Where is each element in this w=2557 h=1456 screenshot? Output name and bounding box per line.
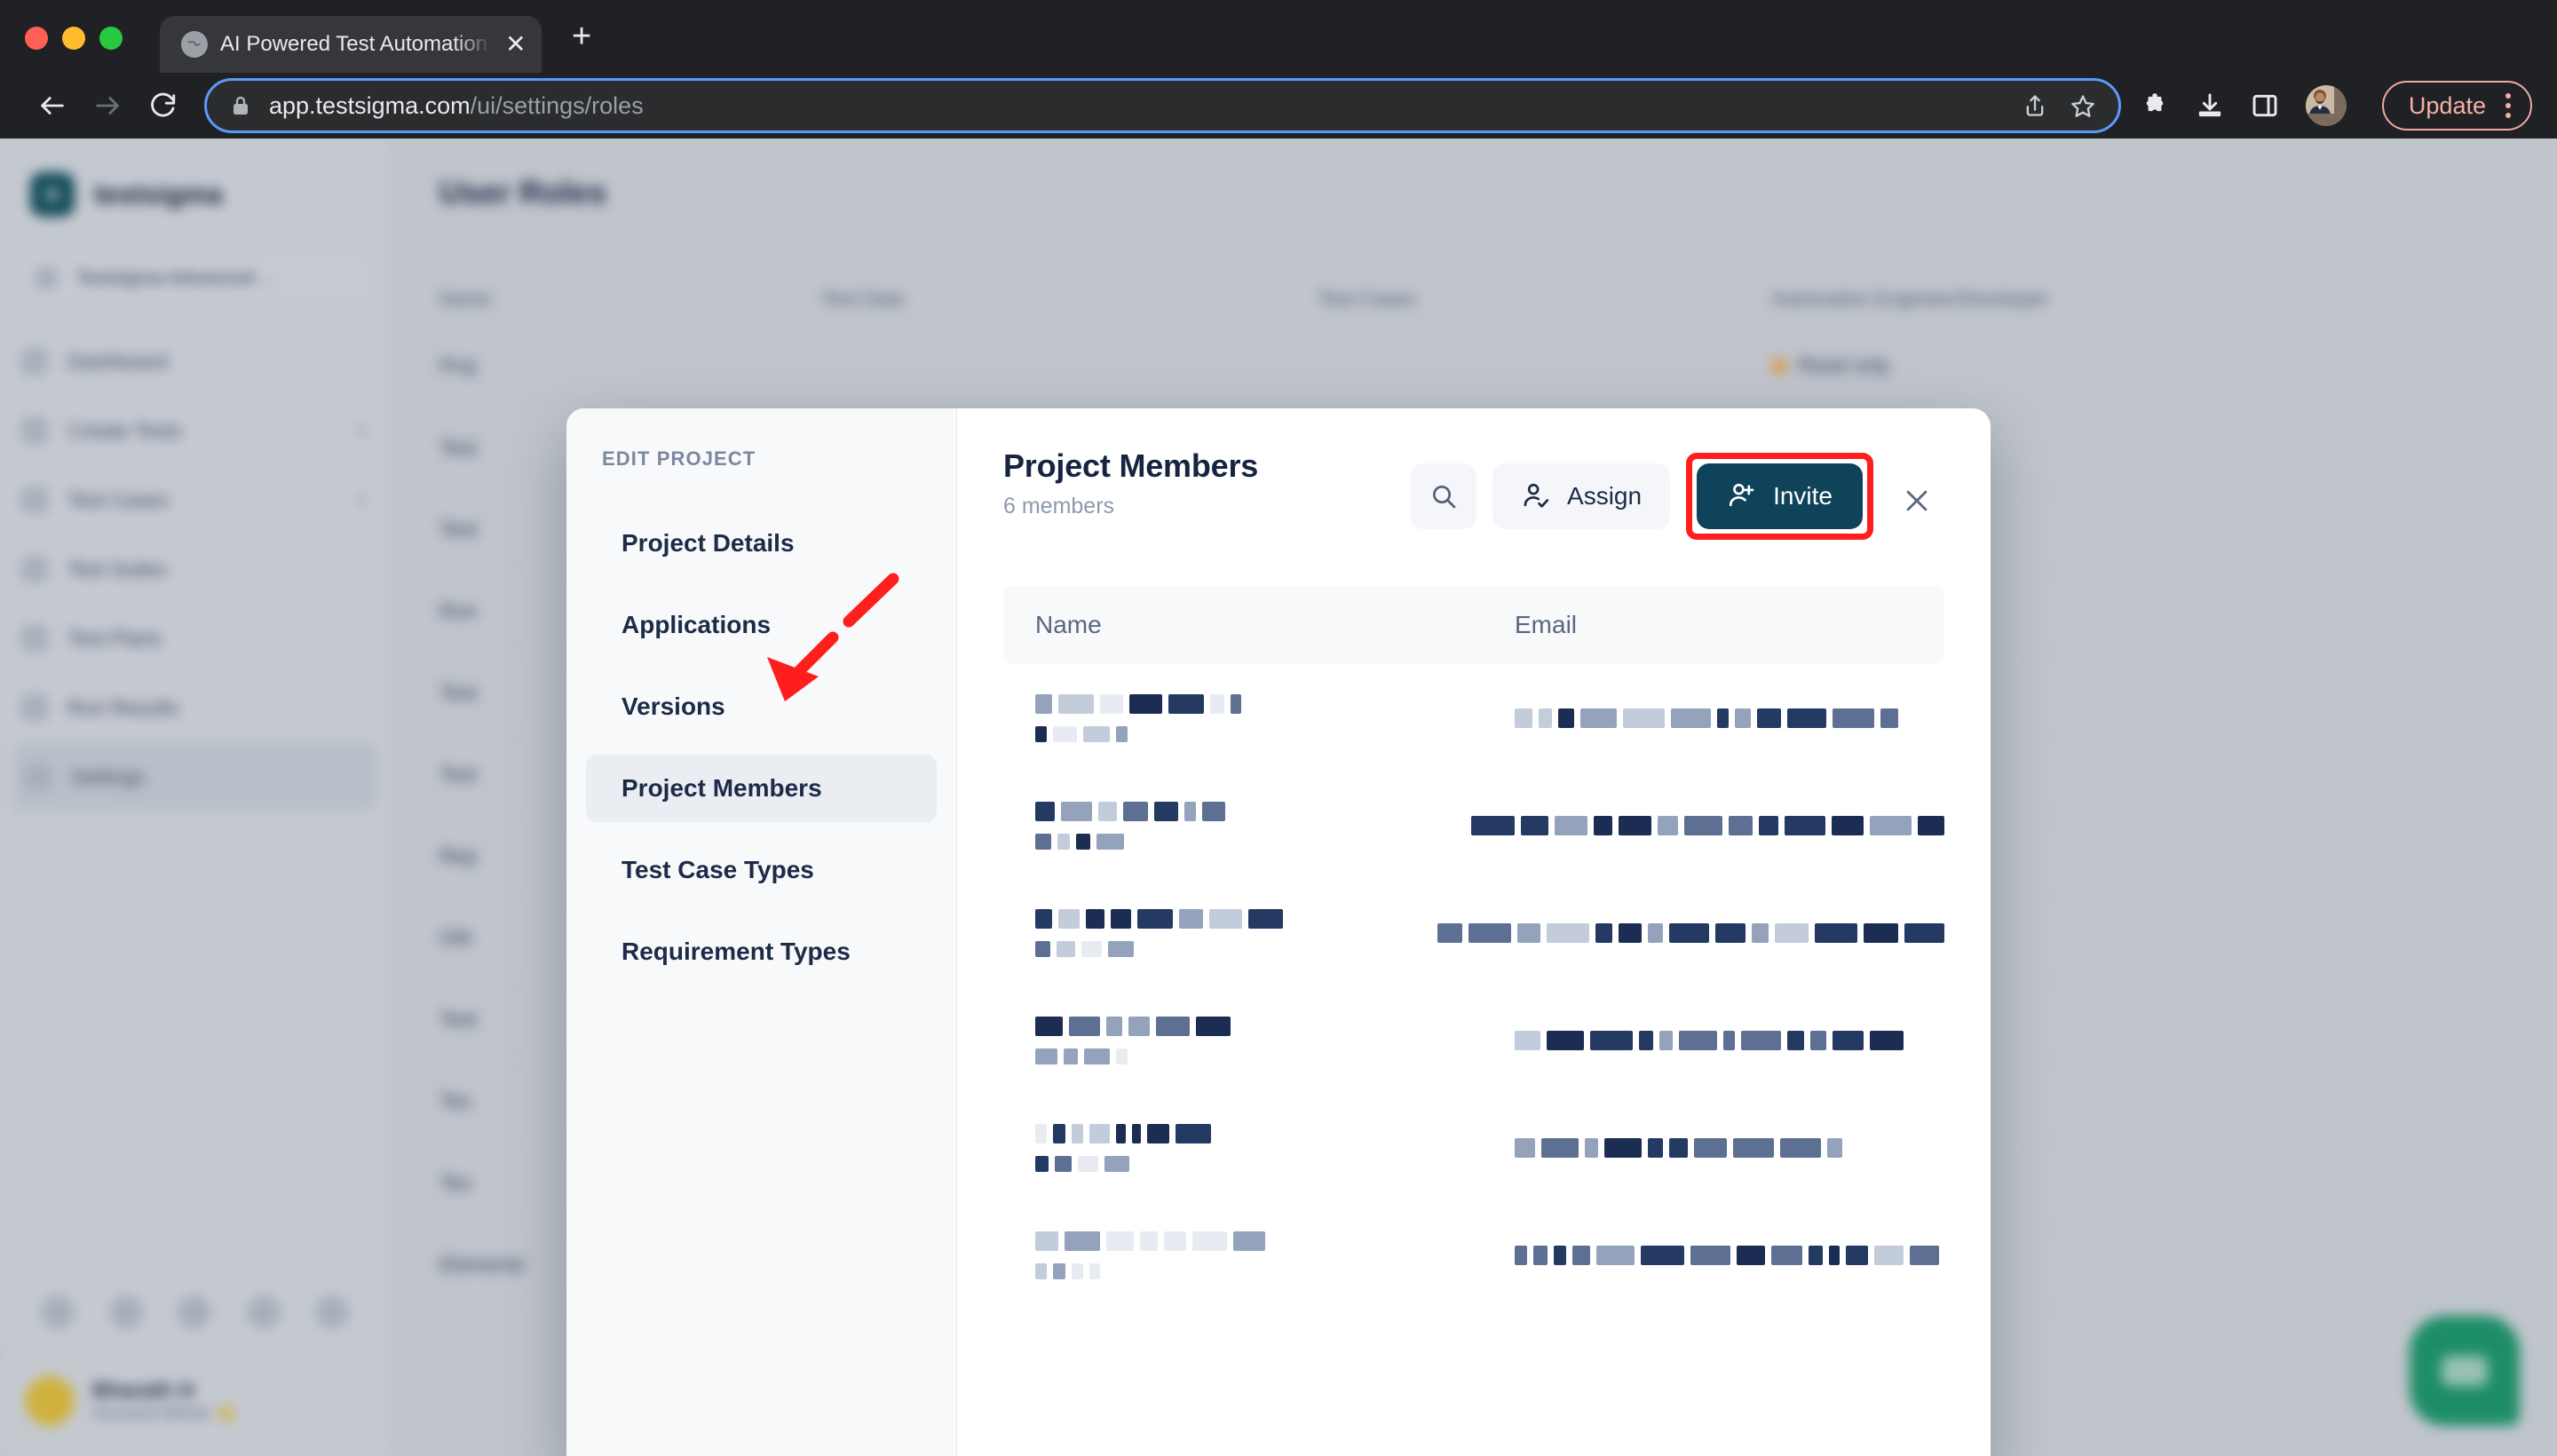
star-icon[interactable] <box>2070 93 2095 118</box>
members-table: Name Email <box>1003 586 1944 1309</box>
redacted-text <box>1035 714 1444 742</box>
cell-member-name <box>1003 801 1439 850</box>
address-bar[interactable]: app.testsigma.com/ui/settings/roles <box>204 78 2121 133</box>
modal-nav-project-details[interactable]: Project Details <box>586 510 937 577</box>
close-window-button[interactable] <box>25 27 48 50</box>
column-header-email: Email <box>1515 611 1578 638</box>
edit-project-modal: EDIT PROJECT Project Details Application… <box>566 408 1991 1456</box>
redacted-text <box>1035 1123 1444 1143</box>
minimize-window-button[interactable] <box>62 27 85 50</box>
url-domain: app.testsigma.com <box>269 91 471 119</box>
puzzle-icon[interactable] <box>2141 91 2169 120</box>
reload-icon[interactable] <box>135 78 190 133</box>
tab-title: AI Powered Test Automation Platform <box>220 32 492 56</box>
maximize-window-button[interactable] <box>99 27 123 50</box>
close-icon[interactable]: ✕ <box>504 32 527 57</box>
invite-button[interactable]: Invite <box>1697 463 1863 529</box>
cell-member-name <box>1003 693 1483 742</box>
avatar[interactable] <box>2305 85 2347 126</box>
modal-nav-label: Requirement Types <box>621 938 851 965</box>
sidepanel-icon[interactable] <box>2251 91 2279 120</box>
browser-window: AI Powered Test Automation Platform ✕ + … <box>0 0 2557 1456</box>
table-row <box>1003 772 1944 879</box>
lock-icon <box>230 93 251 118</box>
url-text: app.testsigma.com/ui/settings/roles <box>269 92 2005 120</box>
close-modal-button[interactable] <box>1889 473 1944 528</box>
redacted-text <box>1515 1137 1944 1158</box>
cell-member-email <box>1483 1030 1944 1050</box>
url-path: /ui/settings/roles <box>470 91 644 119</box>
arrow-left-icon[interactable] <box>25 78 80 133</box>
redacted-text <box>1035 1143 1444 1172</box>
update-button[interactable]: Update <box>2381 81 2532 131</box>
redacted-text <box>1035 1251 1444 1279</box>
modal-nav-label: Project Details <box>621 529 795 557</box>
modal-header-actions: Assign Invite <box>1411 447 1944 540</box>
cell-member-email <box>1483 708 1944 728</box>
assign-button[interactable]: Assign <box>1492 463 1671 529</box>
browser-tab[interactable]: AI Powered Test Automation Platform ✕ <box>160 16 542 73</box>
redacted-text <box>1035 1036 1444 1064</box>
kebab-menu-icon[interactable] <box>2506 93 2511 118</box>
browser-toolbar: app.testsigma.com/ui/settings/roles Upda… <box>0 73 2557 138</box>
invite-button-label: Invite <box>1773 482 1833 510</box>
cell-member-email <box>1483 1245 1944 1265</box>
globe-icon <box>181 31 208 58</box>
table-row <box>1003 879 1944 986</box>
modal-nav-project-members[interactable]: Project Members <box>586 755 937 822</box>
modal-nav-requirement-types[interactable]: Requirement Types <box>586 918 937 985</box>
invite-button-highlight: Invite <box>1686 453 1873 540</box>
cell-member-name <box>1003 1016 1483 1064</box>
table-row <box>1003 664 1944 772</box>
table-row <box>1003 1201 1944 1309</box>
assign-button-label: Assign <box>1567 482 1643 510</box>
modal-header: Project Members 6 members Assign Invite <box>957 408 1991 540</box>
modal-nav-label: Project Members <box>621 774 822 802</box>
redacted-text <box>1035 821 1439 850</box>
new-tab-button[interactable]: + <box>572 20 591 73</box>
annotation-arrow-icon <box>767 573 899 701</box>
redacted-text <box>1035 908 1405 929</box>
column-header-name: Name <box>1035 611 1102 638</box>
redacted-text <box>1515 708 1944 728</box>
modal-body: Project Members 6 members Assign Invite … <box>957 408 1991 1456</box>
modal-nav-title: EDIT PROJECT <box>602 447 756 470</box>
toolbar-icons: Update <box>2141 81 2532 131</box>
user-check-icon <box>1521 481 1551 511</box>
arrow-right-icon <box>80 78 135 133</box>
search-button[interactable] <box>1411 463 1477 529</box>
member-count: 6 members <box>1003 494 1115 518</box>
redacted-text <box>1437 922 1944 943</box>
modal-nav-test-case-types[interactable]: Test Case Types <box>586 836 937 904</box>
download-icon[interactable] <box>2196 91 2224 120</box>
redacted-text <box>1035 801 1439 821</box>
table-header-row: Name Email <box>1003 586 1944 664</box>
redacted-text <box>1515 1245 1944 1265</box>
close-icon <box>1902 486 1932 516</box>
redacted-text <box>1035 693 1444 714</box>
update-button-label: Update <box>2408 91 2486 119</box>
redacted-text <box>1035 929 1405 957</box>
redacted-text <box>1471 815 1944 835</box>
cell-member-email <box>1439 815 1944 835</box>
redacted-text <box>1035 1016 1444 1036</box>
modal-nav-label: Test Case Types <box>621 856 814 883</box>
user-plus-icon <box>1727 481 1757 511</box>
modal-title: Project Members <box>1003 447 1259 484</box>
page-viewport: testsigma Testsigma Advanced ... Dashboa… <box>0 138 2557 1456</box>
cell-member-name <box>1003 1230 1483 1279</box>
cell-member-name <box>1003 1123 1483 1172</box>
table-row <box>1003 1094 1944 1201</box>
modal-sidebar: EDIT PROJECT Project Details Application… <box>566 408 957 1456</box>
cell-member-name <box>1003 908 1405 957</box>
redacted-text <box>1515 1030 1944 1050</box>
cell-member-email <box>1405 922 1944 943</box>
redacted-text <box>1035 1230 1444 1251</box>
cell-member-email <box>1483 1137 1944 1158</box>
table-row <box>1003 986 1944 1094</box>
window-controls <box>25 27 123 73</box>
search-icon <box>1429 482 1458 510</box>
share-icon[interactable] <box>2023 93 2047 118</box>
tab-strip: AI Powered Test Automation Platform ✕ + <box>0 0 2557 73</box>
